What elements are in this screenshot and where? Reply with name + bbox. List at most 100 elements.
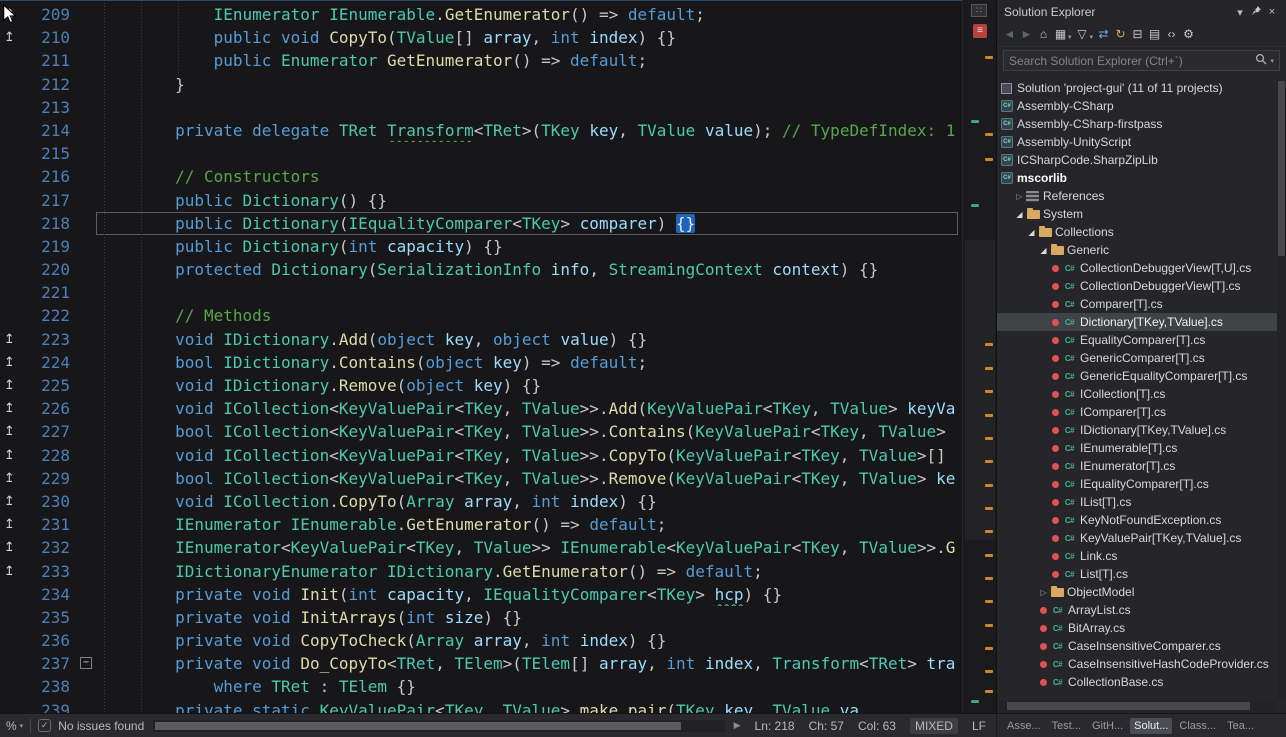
tree-item-collectiondebuggerview-t-cs[interactable]: C#CollectionDebuggerView[T].cs — [997, 277, 1277, 295]
tool-window-tab-asse[interactable]: Asse... — [1003, 718, 1045, 734]
code-text[interactable]: } — [98, 73, 962, 96]
code-text[interactable]: private void Init(int capacity, IEqualit… — [98, 583, 962, 606]
character-indicator[interactable]: Ch: 57 — [809, 719, 844, 733]
tree-collapsed-arrow-icon[interactable]: ▷ — [1013, 192, 1026, 201]
editor-vertical-scrollbar[interactable]: ∷ ≡ — [962, 0, 996, 713]
column-indicator[interactable]: Col: 63 — [858, 719, 896, 733]
code-text[interactable]: private static KeyValuePair<TKey, TValue… — [98, 699, 962, 713]
code-line-210[interactable]: ↥210 public void CopyTo(TValue[] array, … — [0, 26, 962, 49]
tree-vertical-scrollbar[interactable] — [1277, 79, 1286, 699]
code-text[interactable] — [98, 96, 962, 119]
code-line-224[interactable]: ↥224 bool IDictionary.Contains(object ke… — [0, 351, 962, 374]
code-line-209[interactable]: ↥209 IEnumerator IEnumerable.GetEnumerat… — [0, 3, 962, 26]
code-line-231[interactable]: ↥231 IEnumerator IEnumerable.GetEnumerat… — [0, 513, 962, 536]
inheritance-margin-icon[interactable]: ↥ — [0, 490, 30, 513]
search-options-caret-icon[interactable]: ▾ — [1270, 57, 1274, 65]
code-text[interactable]: IEnumerator IEnumerable.GetEnumerator() … — [98, 513, 962, 536]
editor-split-handle[interactable]: ∷ — [971, 4, 987, 17]
code-text[interactable]: protected Dictionary(SerializationInfo i… — [98, 258, 962, 281]
code-line-211[interactable]: 211 public Enumerator GetEnumerator() =>… — [0, 49, 962, 72]
tree-item-list-t-cs[interactable]: C#List[T].cs — [997, 565, 1277, 583]
tree-item-references[interactable]: ▷References — [997, 187, 1277, 205]
inheritance-margin-icon[interactable]: ↥ — [0, 26, 30, 49]
code-line-235[interactable]: 235 private void InitArrays(int size) {} — [0, 606, 962, 629]
code-line-239[interactable]: 239 private static KeyValuePair<TKey, TV… — [0, 699, 962, 713]
tree-item-link-cs[interactable]: C#Link.cs — [997, 547, 1277, 565]
code-text[interactable]: IDictionaryEnumerator IDictionary.GetEnu… — [98, 560, 962, 583]
tree-item-ilist-t-cs[interactable]: C#IList[T].cs — [997, 493, 1277, 511]
code-text[interactable]: public Enumerator GetEnumerator() => def… — [98, 49, 962, 72]
inheritance-margin-icon[interactable]: ↥ — [0, 444, 30, 467]
tree-item-icomparer-t-cs[interactable]: C#IComparer[T].cs — [997, 403, 1277, 421]
code-text[interactable]: where TRet : TElem {} — [98, 675, 962, 698]
inheritance-margin-icon[interactable]: ↥ — [0, 3, 30, 26]
scrollbar-thumb[interactable] — [1278, 81, 1285, 256]
inheritance-margin-icon[interactable]: ↥ — [0, 351, 30, 374]
scroll-right-arrow-icon[interactable]: ▶ — [734, 720, 741, 731]
code-text[interactable]: public Dictionary(int capacity) {} — [98, 235, 962, 258]
code-line-237[interactable]: 237− private void Do_CopyTo<TRet, TElem>… — [0, 652, 962, 675]
inheritance-margin-icon[interactable]: ↥ — [0, 374, 30, 397]
code-text[interactable]: private void Do_CopyTo<TRet, TElem>(TEle… — [98, 652, 962, 675]
tree-item-collections[interactable]: ◢Collections — [997, 223, 1277, 241]
tree-expanded-arrow-icon[interactable]: ◢ — [1025, 228, 1038, 237]
preview-code-icon[interactable]: ‹› — [1163, 24, 1180, 44]
tree-item-generic[interactable]: ◢Generic — [997, 241, 1277, 259]
tool-window-tab-test[interactable]: Test... — [1048, 718, 1085, 734]
tool-window-tab-solut[interactable]: Solut... — [1130, 718, 1172, 734]
code-text[interactable]: IEnumerator<KeyValuePair<TKey, TValue>> … — [98, 536, 962, 559]
code-line-232[interactable]: ↥232 IEnumerator<KeyValuePair<TKey, TVal… — [0, 536, 962, 559]
code-text[interactable]: public Dictionary(IEqualityComparer<TKey… — [98, 212, 962, 235]
code-line-221[interactable]: 221 — [0, 281, 962, 304]
tree-item-mscorlib[interactable]: C#mscorlib — [997, 169, 1277, 187]
tree-item-icsharpcode-sharpziplib[interactable]: C#ICSharpCode.SharpZipLib — [997, 151, 1277, 169]
health-status-text[interactable]: No issues found — [58, 719, 144, 733]
code-text[interactable]: private void CopyToCheck(Array array, in… — [98, 629, 962, 652]
forward-icon[interactable]: ► — [1018, 24, 1035, 44]
tree-item-idictionary-tkey-tvalue-cs[interactable]: C#IDictionary[TKey,TValue].cs — [997, 421, 1277, 439]
code-text[interactable]: IEnumerator IEnumerable.GetEnumerator() … — [98, 3, 962, 26]
code-editor[interactable]: ↥209 IEnumerator IEnumerable.GetEnumerat… — [0, 0, 962, 713]
code-text[interactable]: public void CopyTo(TValue[] array, int i… — [98, 26, 962, 49]
code-text[interactable]: void ICollection<KeyValuePair<TKey, TVal… — [98, 444, 962, 467]
tree-item-dictionary-tkey-tvalue-cs[interactable]: C#Dictionary[TKey,TValue].cs — [997, 313, 1277, 331]
eol-indicator[interactable]: LF — [972, 719, 986, 733]
code-line-220[interactable]: 220 protected Dictionary(SerializationIn… — [0, 258, 962, 281]
code-text[interactable]: public Dictionary() {} — [98, 189, 962, 212]
document-health-icon[interactable]: ✓ — [38, 719, 51, 732]
code-text[interactable]: bool ICollection<KeyValuePair<TKey, TVal… — [98, 420, 962, 443]
tree-item-icollection-t-cs[interactable]: C#ICollection[T].cs — [997, 385, 1277, 403]
search-icon[interactable] — [1255, 52, 1267, 70]
code-line-227[interactable]: ↥227 bool ICollection<KeyValuePair<TKey,… — [0, 420, 962, 443]
tree-collapsed-arrow-icon[interactable]: ▷ — [1037, 588, 1050, 597]
tree-item-ienumerable-t-cs[interactable]: C#IEnumerable[T].cs — [997, 439, 1277, 457]
code-text[interactable]: private void InitArrays(int size) {} — [98, 606, 962, 629]
switch-views-icon[interactable]: ▦ — [1052, 24, 1069, 44]
tree-item-bitarray-cs[interactable]: C#BitArray.cs — [997, 619, 1277, 637]
code-line-218[interactable]: 218 public Dictionary(IEqualityComparer<… — [0, 212, 962, 235]
tree-item-ienumerator-t-cs[interactable]: C#IEnumerator[T].cs — [997, 457, 1277, 475]
zoom-control[interactable]: % ▾ — [6, 719, 23, 733]
code-text[interactable]: // Methods — [98, 304, 962, 327]
inheritance-margin-icon[interactable]: ↥ — [0, 467, 30, 490]
code-line-212[interactable]: 212 } — [0, 73, 962, 96]
tree-item-caseinsensitivecomparer-cs[interactable]: C#CaseInsensitiveComparer.cs — [997, 637, 1277, 655]
tool-window-tab-class[interactable]: Class... — [1175, 718, 1220, 734]
code-line-225[interactable]: ↥225 void IDictionary.Remove(object key)… — [0, 374, 962, 397]
code-line-213[interactable]: 213 — [0, 96, 962, 119]
code-text[interactable]: bool ICollection<KeyValuePair<TKey, TVal… — [98, 467, 962, 490]
code-line-226[interactable]: ↥226 void ICollection<KeyValuePair<TKey,… — [0, 397, 962, 420]
tree-item-assembly-unityscript[interactable]: C#Assembly-UnityScript — [997, 133, 1277, 151]
tree-item-collectiondebuggerview-t-u-cs[interactable]: C#CollectionDebuggerView[T,U].cs — [997, 259, 1277, 277]
pin-icon[interactable] — [1248, 5, 1264, 19]
chevron-down-icon[interactable]: ▾ — [1068, 33, 1072, 41]
inheritance-margin-icon[interactable]: ↥ — [0, 536, 30, 559]
close-icon[interactable]: × — [1264, 6, 1280, 18]
home-icon[interactable]: ⌂ — [1035, 24, 1052, 44]
back-icon[interactable]: ◄ — [1001, 24, 1018, 44]
code-text[interactable]: void ICollection<KeyValuePair<TKey, TVal… — [98, 397, 962, 420]
code-text[interactable]: void IDictionary.Remove(object key) {} — [98, 374, 962, 397]
tree-item-solution-project-gui-11-of-11-projects-[interactable]: Solution 'project-gui' (11 of 11 project… — [997, 79, 1277, 97]
collapse-all-icon[interactable]: ⊟ — [1129, 24, 1146, 44]
code-line-234[interactable]: 234 private void Init(int capacity, IEqu… — [0, 583, 962, 606]
